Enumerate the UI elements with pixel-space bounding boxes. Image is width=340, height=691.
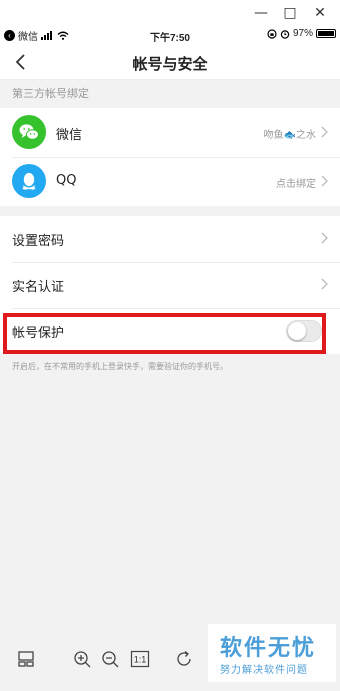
- third-party-card: 微信 吻鱼🐟之水 QQ 点击绑定: [0, 108, 340, 206]
- real-name-auth-row[interactable]: 实名认证: [0, 262, 340, 308]
- rotate-icon[interactable]: [174, 649, 194, 669]
- qq-row[interactable]: QQ 点击绑定: [0, 157, 340, 206]
- minimize-button[interactable]: —: [252, 4, 270, 22]
- page-title: 帐号与安全: [132, 55, 208, 73]
- chevron-right-icon: [321, 232, 328, 244]
- rotation-lock-icon: [267, 28, 277, 39]
- maximize-button[interactable]: □: [281, 4, 299, 22]
- battery-percent: 97%: [292, 28, 313, 39]
- watermark-logo: 软件无忧 努力解决软件问题: [208, 624, 336, 682]
- wechat-label: 微信: [56, 128, 83, 143]
- battery-icon: [316, 29, 336, 38]
- close-button[interactable]: ✕: [311, 4, 329, 22]
- watermark-subtitle: 努力解决软件问题: [220, 665, 308, 676]
- watermark-title: 软件无忧: [220, 636, 317, 661]
- window-title-bar: — □ ✕: [0, 0, 340, 26]
- alarm-icon: [280, 29, 290, 39]
- real-name-auth-label: 实名认证: [12, 280, 65, 295]
- chevron-right-icon: [321, 126, 328, 138]
- section-header-third-party: 第三方帐号绑定: [12, 87, 89, 100]
- qq-bind-value: 点击绑定: [276, 179, 316, 190]
- thumbnail-view-icon[interactable]: [16, 649, 36, 669]
- zoom-out-icon[interactable]: [100, 649, 120, 669]
- qq-icon: [12, 164, 46, 198]
- actual-size-icon[interactable]: 1:1: [130, 649, 150, 669]
- chevron-right-icon: [321, 175, 328, 187]
- qq-label: QQ: [56, 173, 77, 188]
- zoom-in-icon[interactable]: [72, 649, 92, 669]
- chevron-right-icon: [321, 278, 328, 290]
- nav-header: 帐号与安全: [0, 44, 340, 80]
- actual-size-label: 1:1: [134, 655, 147, 665]
- status-bar: ‹ 微信 下午7:50 97%: [0, 26, 340, 44]
- wechat-icon: [12, 115, 46, 149]
- set-password-row[interactable]: 设置密码: [0, 216, 340, 262]
- wechat-row[interactable]: 微信 吻鱼🐟之水: [0, 108, 340, 157]
- protection-hint: 开启后，在不常用的手机上登录快手，需要验证你的手机号。: [12, 362, 228, 371]
- wechat-account-value: 吻鱼🐟之水: [263, 130, 316, 141]
- set-password-label: 设置密码: [12, 234, 65, 249]
- main-content: 第三方帐号绑定 微信 吻鱼🐟之水 QQ 点击绑定 设置密码 实名认证 帐号保护 …: [0, 80, 340, 632]
- highlight-box: [3, 313, 326, 354]
